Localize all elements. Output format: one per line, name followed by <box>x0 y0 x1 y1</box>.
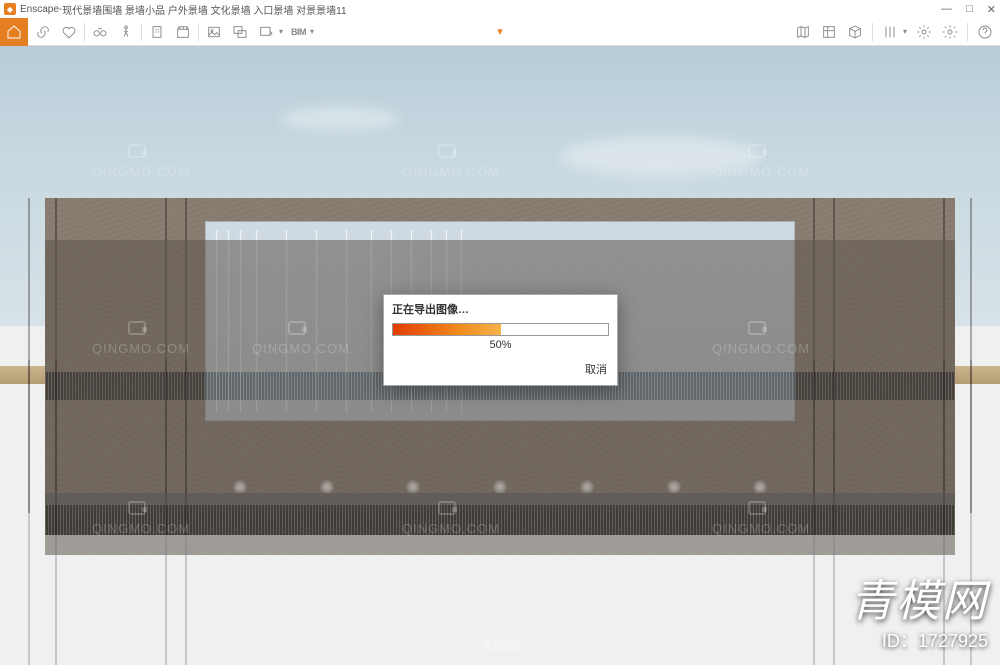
watermark-logo-icon <box>438 501 456 515</box>
export-settings-icon[interactable] <box>257 23 275 41</box>
render-viewport[interactable]: QINGMO.COM QINGMO.COM QINGMO.COM QINGMO.… <box>0 46 1000 665</box>
favorite-icon[interactable] <box>60 23 78 41</box>
main-toolbar: ▾ BIM ▾ ▾ ▾ <box>0 18 1000 46</box>
help-icon[interactable] <box>976 23 994 41</box>
app-logo-icon: ◆ <box>4 3 16 15</box>
export-progress-dialog: 正在导出图像… 50% 取消 <box>383 294 618 386</box>
watermark-logo-icon <box>128 321 146 335</box>
watermark-text: QINGMO.COM <box>712 341 810 356</box>
map-icon[interactable] <box>794 23 812 41</box>
visual-settings-icon[interactable] <box>915 23 933 41</box>
binoculars-icon[interactable] <box>91 23 109 41</box>
window-minimize-button[interactable]: — <box>941 3 952 16</box>
bottom-watermark: 青模网 <box>480 636 519 655</box>
cancel-button[interactable]: 取消 <box>585 364 607 376</box>
watermark-logo-icon <box>128 144 146 158</box>
dropdown-caret-icon[interactable]: ▾ <box>279 27 283 36</box>
walk-icon[interactable] <box>117 23 135 41</box>
watermark-logo-icon <box>128 501 146 515</box>
progress-bar <box>392 323 609 336</box>
watermark-text: QINGMO.COM <box>252 341 350 356</box>
toolbar-separator <box>967 23 968 41</box>
watermark-text: QINGMO.COM <box>92 341 190 356</box>
watermark-text: QINGMO.COM <box>92 164 190 179</box>
views-icon[interactable] <box>881 23 899 41</box>
watermark-text: QINGMO.COM <box>402 521 500 536</box>
window-close-button[interactable]: ✕ <box>987 3 996 16</box>
building-icon[interactable] <box>148 23 166 41</box>
batch-export-icon[interactable] <box>231 23 249 41</box>
clapper-icon[interactable] <box>174 23 192 41</box>
app-name: Enscape <box>20 4 59 15</box>
bim-label[interactable]: BIM <box>291 27 306 37</box>
watermark-text: QINGMO.COM <box>712 164 810 179</box>
dropdown-caret-icon[interactable]: ▾ <box>310 27 314 36</box>
image-export-icon[interactable] <box>205 23 223 41</box>
watermark-logo-icon <box>438 144 456 158</box>
window-maximize-button[interactable]: □ <box>966 3 973 16</box>
asset-library-icon[interactable] <box>820 23 838 41</box>
dropdown-caret-icon[interactable]: ▾ <box>903 27 907 36</box>
watermark-text: QINGMO.COM <box>402 164 500 179</box>
progress-fill <box>393 324 501 335</box>
brand-watermark: 青模网 <box>850 565 988 629</box>
watermark-logo-icon <box>748 144 766 158</box>
toolbar-separator <box>872 23 873 41</box>
progress-percent-label: 50% <box>384 336 617 357</box>
link-icon[interactable] <box>34 23 52 41</box>
center-indicator-icon: ▾ <box>497 25 503 38</box>
cloud-graphic <box>280 106 400 131</box>
dialog-title: 正在导出图像… <box>384 295 617 321</box>
model-id-label: ID：1727925 <box>882 627 988 653</box>
watermark-logo-icon <box>748 321 766 335</box>
watermark-text: QINGMO.COM <box>92 521 190 536</box>
watermark-text: QINGMO.COM <box>712 521 810 536</box>
watermark-logo-icon <box>288 321 306 335</box>
home-button[interactable] <box>0 18 28 46</box>
settings-icon[interactable] <box>941 23 959 41</box>
window-titlebar: ◆ Enscape - 现代景墙围墙 景墙小品 户外景墙 文化景墙 入口景墙 对… <box>0 0 1000 18</box>
document-title: 现代景墙围墙 景墙小品 户外景墙 文化景墙 入口景墙 对景景墙11 <box>62 2 346 17</box>
watermark-logo-icon <box>748 501 766 515</box>
cube-icon[interactable] <box>846 23 864 41</box>
